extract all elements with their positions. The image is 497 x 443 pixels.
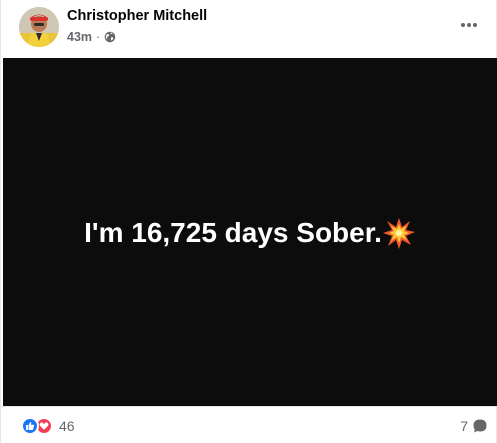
post-header: Christopher Mitchell 43m · (1, 0, 497, 58)
comments-summary[interactable]: 7 (460, 418, 488, 434)
reaction-count: 46 (59, 418, 75, 434)
feed-post: Christopher Mitchell 43m · I'm 16,725 da… (0, 0, 497, 443)
reactions-summary[interactable]: 46 (21, 417, 75, 435)
more-horizontal-icon (461, 23, 477, 27)
post-meta: 43m · (67, 30, 116, 44)
globe-icon[interactable] (104, 31, 116, 43)
post-content-text: I'm 16,725 days Sober. (84, 216, 382, 248)
comment-bubble-icon (473, 419, 487, 433)
comment-count: 7 (460, 418, 468, 434)
post-text-background[interactable]: I'm 16,725 days Sober. (3, 58, 497, 406)
more-options-button[interactable] (453, 14, 485, 36)
post-footer: 46 7 (1, 406, 497, 443)
post-timestamp[interactable]: 43m (67, 30, 92, 44)
post-content: I'm 16,725 days Sober. (84, 216, 416, 250)
like-icon (21, 417, 39, 435)
author-avatar[interactable] (19, 7, 59, 47)
avatar-photo (19, 7, 59, 47)
meta-separator: · (96, 30, 101, 44)
collision-emoji (382, 217, 415, 249)
author-name[interactable]: Christopher Mitchell (67, 8, 207, 24)
